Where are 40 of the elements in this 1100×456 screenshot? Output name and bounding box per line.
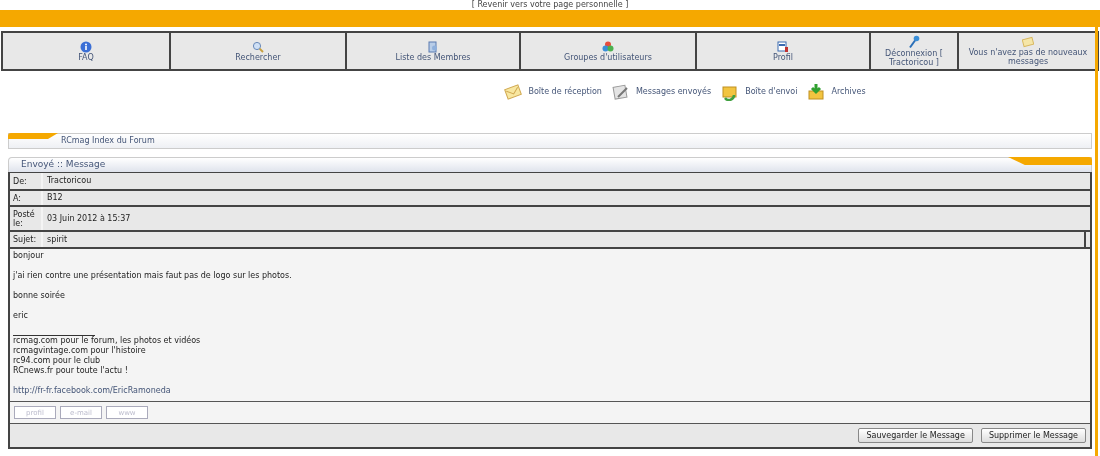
search-icon: [252, 40, 264, 53]
field-label: Sujet:: [10, 232, 43, 247]
envelope-icon: [1022, 36, 1034, 48]
back-link[interactable]: [ Revenir vers votre page personnelle ]: [471, 0, 629, 9]
notepad-pen-icon[interactable]: [611, 83, 630, 101]
colored-dots-icon: [602, 40, 614, 53]
mailbox-link[interactable]: Messages envoyés: [635, 86, 712, 98]
info-icon: [80, 40, 92, 53]
mailbox-link[interactable]: Boîte de réception: [528, 86, 602, 98]
message-paragraph: bonjour: [13, 251, 45, 261]
action-button[interactable]: Sauvegarder le Message: [858, 428, 973, 443]
mailbox-link[interactable]: Archives: [831, 86, 866, 98]
action-button[interactable]: Supprimer le Message: [980, 428, 1086, 443]
box-down-arrow-icon[interactable]: [807, 83, 826, 101]
nav-item[interactable]: Groupes d'utilisateurs: [521, 33, 697, 69]
field-value: B12: [46, 192, 64, 204]
field-value: Tractoricou: [46, 175, 93, 187]
signature-link[interactable]: http://fr-fr.facebook.com/EricRamoneda: [13, 386, 1087, 396]
nav-item[interactable]: Vous n'avez pas de nouveaux messages: [959, 33, 1097, 69]
nav-item[interactable]: FAQ: [3, 33, 171, 69]
signature-line: rc94.com pour le club: [13, 356, 102, 366]
nav-item[interactable]: Liste des Membres: [347, 33, 521, 69]
signature-line: rcmag.com pour le forum, les photos et vidéos: [13, 336, 202, 346]
key-icon: [908, 35, 920, 49]
field-value: 03 Juin 2012 à 15:37: [46, 212, 132, 225]
corner-accent: [8, 133, 58, 139]
breadcrumb-link[interactable]: RCmag Index du Forum: [61, 135, 155, 147]
panel-title: Envoyé :: Message: [21, 158, 106, 172]
field-value: spirit: [46, 233, 69, 246]
nav-item[interactable]: Profil: [697, 33, 871, 69]
nav-item[interactable]: Rechercher: [171, 33, 347, 69]
nav-item[interactable]: Déconnexion [ Tractoricou ]: [871, 33, 959, 69]
signature-line: rcmagvintage.com pour l'histoire: [13, 346, 147, 356]
book-icon: [427, 40, 439, 53]
profile-card-icon: [777, 40, 789, 53]
mailbox-link[interactable]: Boîte d'envoi: [745, 86, 798, 98]
signature-line: RCnews.fr pour toute l'actu !: [13, 366, 129, 376]
message-paragraph: j'ai rien contre une présentation mais faut pas de logo sur les photos.: [13, 271, 293, 281]
message-paragraph: eric: [13, 311, 29, 321]
message-paragraph: bonne soirée: [13, 291, 66, 301]
